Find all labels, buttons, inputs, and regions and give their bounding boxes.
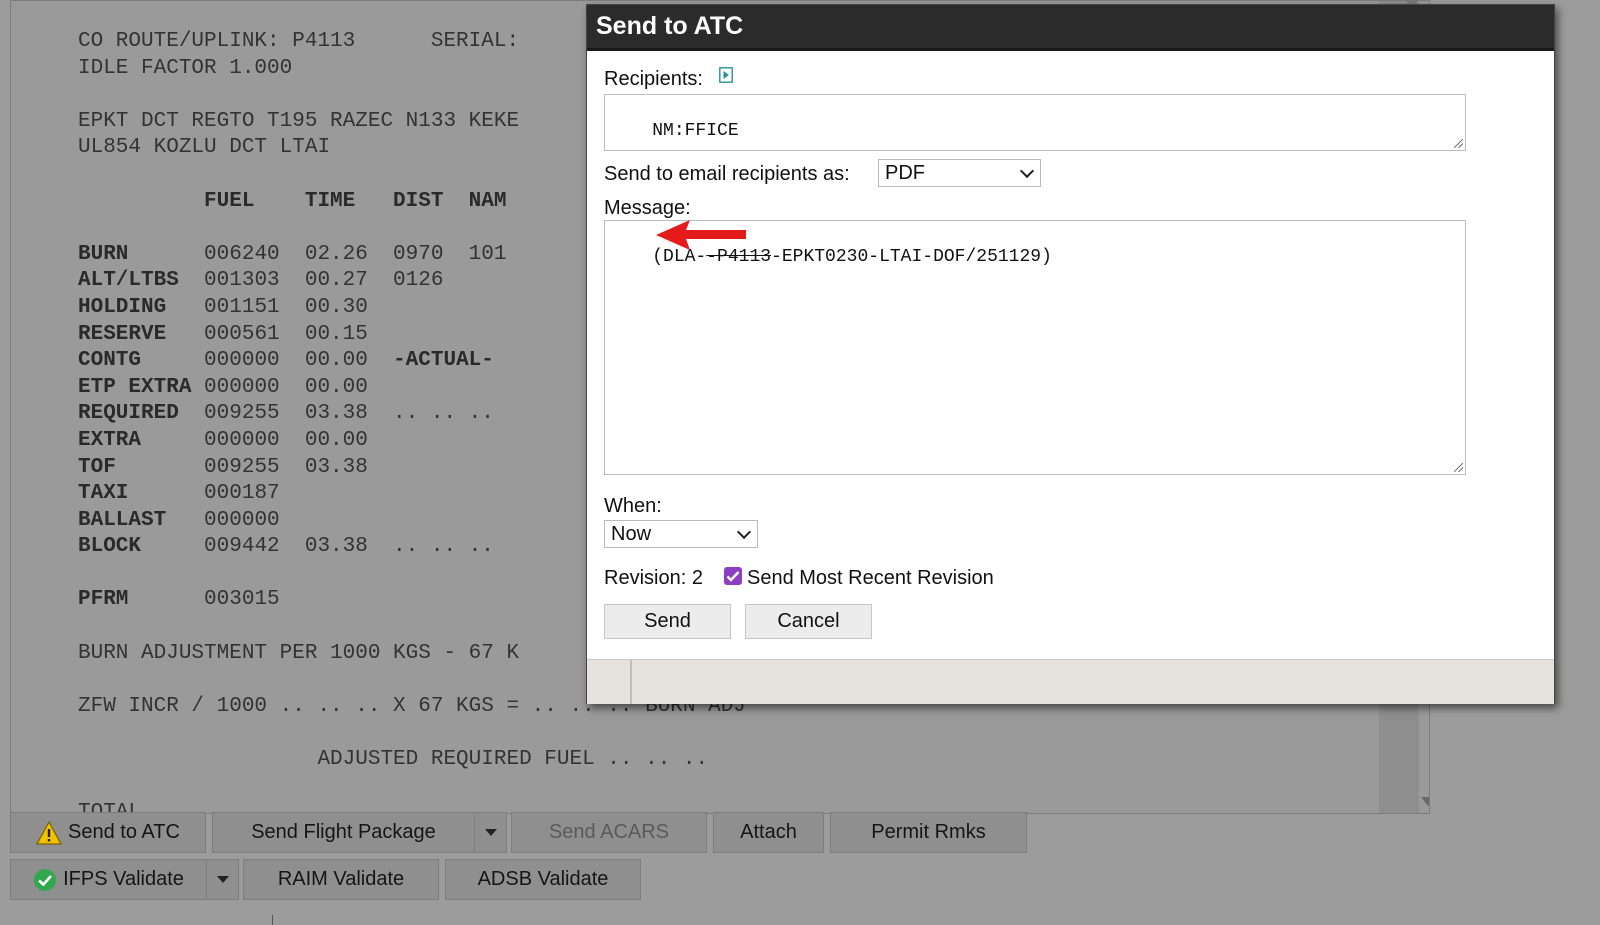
- when-value: Now: [611, 522, 652, 545]
- scroll-down-arrow-icon[interactable]: [1421, 797, 1429, 806]
- check-circle-icon: [33, 868, 57, 892]
- chevron-down-icon: [736, 524, 752, 540]
- recipients-label: Recipients:: [604, 68, 703, 90]
- send-flight-package-button[interactable]: Send Flight Package: [212, 812, 475, 853]
- dialog-footer: [587, 659, 1554, 704]
- send-to-atc-label: Send to ATC: [68, 821, 180, 843]
- chevron-down-icon: [216, 876, 229, 883]
- send-acars-button[interactable]: Send ACARS: [511, 812, 707, 853]
- document-line-label: REQUIRED: [78, 402, 205, 426]
- document-line-label: BALLAST: [78, 508, 205, 532]
- send-most-recent-checkbox[interactable]: [724, 567, 742, 585]
- ifps-validate-dropdown[interactable]: [206, 859, 239, 900]
- send-to-atc-dialog: Send to ATC Recipients: NM:FFICE Send to…: [586, 4, 1555, 704]
- adsb-validate-button[interactable]: ADSB Validate: [445, 859, 641, 900]
- recipients-value: NM:FFICE: [652, 121, 739, 141]
- send-button-label: Send: [644, 610, 691, 632]
- document-line-values: FUEL TIME DIST NAM: [78, 189, 507, 213]
- recipients-field[interactable]: NM:FFICE: [604, 94, 1466, 151]
- send-acars-label: Send ACARS: [548, 821, 670, 843]
- message-label: Message:: [604, 197, 691, 219]
- document-line-label: BLOCK: [78, 535, 205, 559]
- message-field[interactable]: (DLA--P4113-EPKT0230-LTAI-DOF/251129): [604, 220, 1466, 475]
- document-line-label: RESERVE: [78, 322, 205, 346]
- when-label: When:: [604, 495, 662, 517]
- send-button[interactable]: Send: [604, 604, 731, 639]
- attach-label: Attach: [740, 821, 797, 843]
- document-line-text: UL854 KOZLU DCT LTAI: [78, 136, 331, 160]
- document-line-label: EXTRA: [78, 428, 205, 452]
- checkmark-icon: [726, 571, 740, 582]
- document-line-text: IDLE FACTOR 1.000: [78, 56, 293, 80]
- cancel-button[interactable]: Cancel: [745, 604, 872, 639]
- document-line-values: 006240 02.26 0970 101: [204, 242, 507, 266]
- document-line-text: ADJUSTED REQUIRED FUEL .. .. ..: [78, 748, 709, 772]
- adsb-validate-label: ADSB Validate: [477, 868, 609, 890]
- document-line-text: CO ROUTE/UPLINK: P4113 SERIAL:: [78, 30, 520, 53]
- document-line-values: 000187: [204, 482, 280, 506]
- permit-rmks-button[interactable]: Permit Rmks: [830, 812, 1027, 853]
- document-line-label: BURN: [78, 242, 205, 266]
- ifps-validate-label: IFPS Validate: [63, 868, 184, 890]
- document-line-label: PFRM: [78, 588, 205, 612]
- dialog-title[interactable]: Send to ATC: [587, 5, 1554, 51]
- send-flight-package-label: Send Flight Package: [251, 821, 436, 843]
- document-line-values: 009255 03.38 .. .. ..: [204, 402, 494, 426]
- chevron-down-icon: [484, 829, 497, 836]
- document-line-label: TAXI: [78, 482, 205, 506]
- ifps-validate-button[interactable]: IFPS Validate: [10, 859, 207, 900]
- permit-rmks-label: Permit Rmks: [871, 821, 986, 843]
- document-line-label: CONTG: [78, 349, 205, 373]
- divider: [272, 915, 273, 925]
- document-line-values: 001303 00.27 0126: [204, 269, 444, 293]
- resize-grip-icon[interactable]: [1454, 463, 1463, 472]
- footer-status-cell: [587, 660, 632, 704]
- message-suffix: -EPKT0230-LTAI-DOF/251129): [771, 247, 1052, 267]
- document-line-values: 000000: [204, 508, 280, 532]
- document-line-values: 003015: [204, 588, 280, 612]
- resize-grip-icon[interactable]: [1454, 139, 1463, 148]
- document-line-values: 009255 03.38: [204, 455, 368, 479]
- document-line: ADJUSTED REQUIRED FUEL .. .. ..: [78, 747, 746, 774]
- email-format-label: Send to email recipients as:: [604, 163, 850, 185]
- raim-validate-button[interactable]: RAIM Validate: [243, 859, 439, 900]
- revision-label: Revision: 2: [604, 567, 703, 589]
- email-format-value: PDF: [885, 161, 925, 184]
- send-most-recent-label[interactable]: Send Most Recent Revision: [747, 567, 994, 590]
- warning-icon: [36, 820, 63, 845]
- cancel-button-label: Cancel: [777, 610, 840, 632]
- document-line-label: TOF: [78, 455, 205, 479]
- document-line-values: 009442 03.38 .. .. ..: [204, 535, 494, 559]
- document-line-values: 000000 00.00: [204, 375, 368, 399]
- red-arrow-annotation-icon: [656, 218, 748, 257]
- when-select[interactable]: Now: [604, 520, 758, 548]
- document-line-values: 000000 00.00: [204, 349, 394, 373]
- expand-recipients-icon[interactable]: [719, 67, 733, 88]
- chevron-down-icon: [1019, 163, 1035, 179]
- document-line-values: 001151 00.30: [204, 295, 368, 319]
- document-line-label: HOLDING: [78, 295, 205, 319]
- email-format-select[interactable]: PDF: [878, 159, 1041, 187]
- document-line-tail: -ACTUAL-: [393, 349, 494, 373]
- document-line-values: 000000 00.00: [204, 428, 368, 452]
- document-line-values: 000561 00.15: [204, 322, 368, 346]
- document-line-label: ETP EXTRA: [78, 375, 205, 399]
- document-line-label: ALT/LTBS: [78, 269, 205, 293]
- document-line-text: EPKT DCT REGTO T195 RAZEC N133 KEKE: [78, 109, 520, 133]
- document-line-text: BURN ADJUSTMENT PER 1000 KGS - 67 K: [78, 641, 520, 665]
- send-flight-package-dropdown[interactable]: [474, 812, 507, 853]
- send-to-atc-button[interactable]: Send to ATC: [10, 812, 206, 853]
- raim-validate-label: RAIM Validate: [277, 868, 405, 890]
- attach-button[interactable]: Attach: [713, 812, 824, 853]
